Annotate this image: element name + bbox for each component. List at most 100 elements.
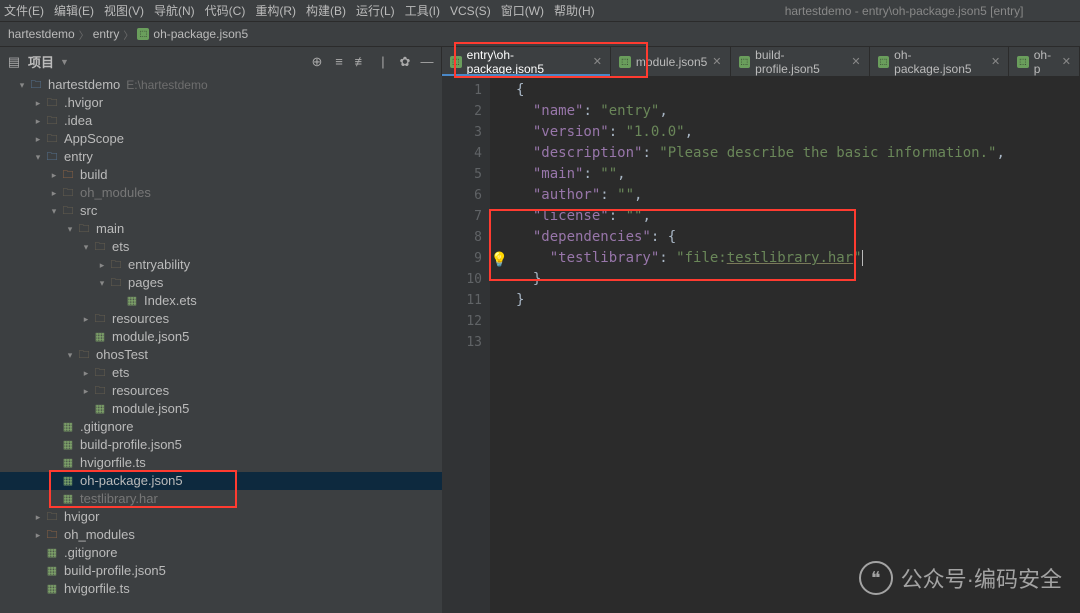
project-panel-label[interactable]: 项目 (28, 52, 54, 71)
code-line[interactable]: } (516, 290, 1080, 311)
tree-row[interactable]: ▾🗀src (0, 202, 442, 220)
tree-row[interactable]: ▸🗀AppScope (0, 130, 442, 148)
chevron-down-icon[interactable]: ▾ (80, 238, 92, 256)
code-line[interactable]: } (516, 269, 1080, 290)
code-line[interactable]: "dependencies": { (516, 227, 1080, 248)
chevron-down-icon[interactable]: ▾ (16, 76, 28, 94)
chevron-down-icon[interactable]: ▾ (64, 346, 76, 364)
menu-build[interactable]: 构建(B) (306, 2, 346, 19)
code-line[interactable]: "name": "entry", (516, 101, 1080, 122)
tree-row[interactable]: ▦build-profile.json5 (0, 562, 442, 580)
tree-row[interactable]: ▸🗀ets (0, 364, 442, 382)
collapse-icon[interactable]: ≡ (331, 54, 347, 69)
tree-row[interactable]: ▾🗀ets (0, 238, 442, 256)
tree-row[interactable]: ▦testlibrary.har (0, 490, 442, 508)
tree-row[interactable]: ▦hvigorfile.ts (0, 454, 442, 472)
settings-icon[interactable]: ✿ (397, 54, 413, 70)
tree-row[interactable]: ▦module.json5 (0, 400, 442, 418)
code-line[interactable]: "main": "", (516, 164, 1080, 185)
project-view-icon[interactable]: ▤ (6, 54, 22, 70)
chevron-down-icon[interactable]: ▾ (64, 220, 76, 238)
chevron-right-icon[interactable]: ▸ (48, 184, 60, 202)
tree-row[interactable]: ▾🗀pages (0, 274, 442, 292)
tree-row[interactable]: ▸🗀hvigor (0, 508, 442, 526)
chevron-right-icon[interactable]: ▸ (96, 256, 108, 274)
editor-tab[interactable]: ⬚module.json5✕ (611, 47, 731, 76)
tree-row[interactable]: ▦module.json5 (0, 328, 442, 346)
tree-row[interactable]: ▸🗀build (0, 166, 442, 184)
target-icon[interactable]: ⊕ (309, 54, 325, 70)
tree-row[interactable]: ▦.gitignore (0, 544, 442, 562)
tree-row[interactable]: ▸🗀oh_modules (0, 526, 442, 544)
chevron-right-icon[interactable]: ▸ (80, 310, 92, 328)
editor-tab[interactable]: ⬚entry\oh-package.json5✕ (442, 47, 611, 76)
tree-row[interactable]: ▾🗀entry (0, 148, 442, 166)
code-line[interactable]: "license": "", (516, 206, 1080, 227)
project-tree[interactable]: ▾🗀hartestdemoE:\hartestdemo▸🗀.hvigor▸🗀.i… (0, 76, 442, 613)
editor-tab[interactable]: ⬚oh-package.json5✕ (870, 47, 1010, 76)
tree-row[interactable]: ▦oh-package.json5 (0, 472, 442, 490)
menu-run[interactable]: 运行(L) (356, 2, 395, 19)
folder-icon: 🗀 (108, 275, 124, 291)
code-area[interactable]: { "name": "entry", "version": "1.0.0", "… (490, 76, 1080, 613)
chevron-right-icon[interactable]: ▸ (80, 364, 92, 382)
folder-icon: 🗀 (44, 509, 60, 525)
menu-bar: 文件(E) 编辑(E) 视图(V) 导航(N) 代码(C) 重构(R) 构建(B… (0, 0, 1080, 22)
menu-file[interactable]: 文件(E) (4, 2, 44, 19)
code-line[interactable]: "description": "Please describe the basi… (516, 143, 1080, 164)
menu-view[interactable]: 视图(V) (104, 2, 144, 19)
close-icon[interactable]: ✕ (991, 55, 1000, 68)
close-icon[interactable]: ✕ (593, 55, 602, 68)
chevron-right-icon[interactable]: ▸ (32, 112, 44, 130)
code-line[interactable]: "testlibrary": "file:testlibrary.har" (516, 248, 1080, 269)
tree-row[interactable]: ▦.gitignore (0, 418, 442, 436)
chevron-down-icon[interactable]: ▾ (48, 202, 60, 220)
tree-row[interactable]: ▸🗀.idea (0, 112, 442, 130)
editor-tab[interactable]: ⬚oh-p✕ (1009, 47, 1080, 76)
expand-icon[interactable]: ≢ (353, 54, 369, 69)
close-icon[interactable]: ✕ (1062, 55, 1071, 68)
chevron-down-icon[interactable]: ▾ (32, 148, 44, 166)
chevron-right-icon[interactable]: ▸ (32, 526, 44, 544)
close-icon[interactable]: ✕ (712, 55, 721, 68)
chevron-down-icon[interactable]: ▾ (96, 274, 108, 292)
menu-window[interactable]: 窗口(W) (501, 2, 544, 19)
tree-row[interactable]: ▾🗀hartestdemoE:\hartestdemo (0, 76, 442, 94)
menu-help[interactable]: 帮助(H) (554, 2, 595, 19)
breadcrumb-item[interactable]: oh-package.json5 (153, 27, 248, 41)
menu-edit[interactable]: 编辑(E) (54, 2, 94, 19)
chevron-right-icon[interactable]: ▸ (32, 508, 44, 526)
chevron-right-icon[interactable]: ▸ (48, 166, 60, 184)
code-line[interactable]: "version": "1.0.0", (516, 122, 1080, 143)
tree-row[interactable]: ▾🗀ohosTest (0, 346, 442, 364)
close-icon[interactable]: ✕ (851, 55, 860, 68)
tree-row[interactable]: ▦Index.ets (0, 292, 442, 310)
tree-row[interactable]: ▸🗀.hvigor (0, 94, 442, 112)
editor-tab[interactable]: ⬚build-profile.json5✕ (731, 47, 870, 76)
tree-row[interactable]: ▦hvigorfile.ts (0, 580, 442, 598)
tree-row[interactable]: ▦build-profile.json5 (0, 436, 442, 454)
menu-vcs[interactable]: VCS(S) (450, 4, 491, 18)
menu-tools[interactable]: 工具(I) (405, 2, 440, 19)
breadcrumb-item[interactable]: entry (93, 27, 120, 41)
tree-row[interactable]: ▾🗀main (0, 220, 442, 238)
breadcrumb-item[interactable]: hartestdemo (8, 27, 75, 41)
tree-row-label: ets (112, 364, 129, 382)
tree-row[interactable]: ▸🗀entryability (0, 256, 442, 274)
code-line[interactable]: { (516, 80, 1080, 101)
tree-row[interactable]: ▸🗀resources (0, 382, 442, 400)
editor-pane[interactable]: 💡 12345678910111213 { "name": "entry", "… (442, 76, 1080, 613)
hide-icon[interactable]: — (419, 54, 435, 69)
chevron-right-icon[interactable]: ▸ (32, 94, 44, 112)
menu-refactor[interactable]: 重构(R) (255, 2, 296, 19)
menu-nav[interactable]: 导航(N) (154, 2, 195, 19)
line-number: 1 (442, 80, 482, 101)
code-line[interactable]: "author": "", (516, 185, 1080, 206)
chevron-right-icon[interactable]: ▸ (32, 130, 44, 148)
menu-code[interactable]: 代码(C) (205, 2, 246, 19)
tree-row[interactable]: ▸🗀oh_modules (0, 184, 442, 202)
editor-tab-label: module.json5 (636, 55, 707, 69)
chevron-right-icon[interactable]: ▸ (80, 382, 92, 400)
tree-row[interactable]: ▸🗀resources (0, 310, 442, 328)
chevron-down-icon[interactable]: ▼ (60, 57, 69, 67)
